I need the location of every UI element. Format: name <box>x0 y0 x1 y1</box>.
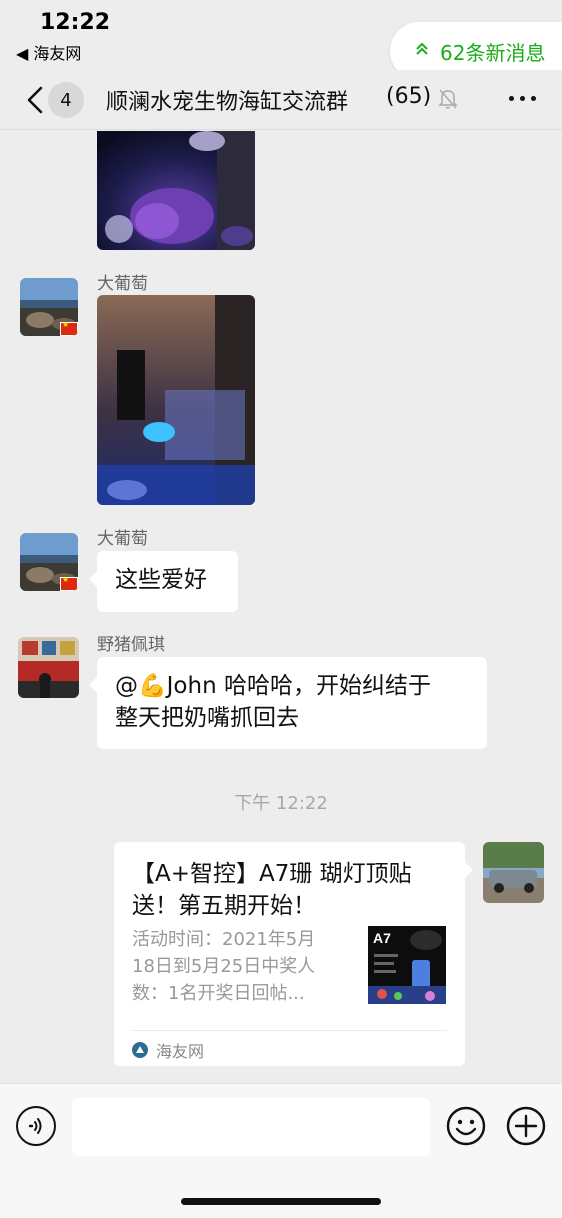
more-options-icon[interactable] <box>509 96 536 101</box>
chat-title: 顺澜水宠生物海缸交流群 <box>106 90 349 115</box>
voice-input-button[interactable] <box>16 1106 56 1146</box>
home-indicator[interactable] <box>181 1198 381 1205</box>
message-text: 这些爱好 <box>115 567 207 593</box>
link-card-description: 活动时间：2021年5月 18日到5月25日中奖人 数：1名开奖日回帖... <box>132 926 354 1007</box>
avatar-yezhu-peiqi[interactable] <box>18 637 79 698</box>
message-bubble[interactable]: 这些爱好 <box>89 551 238 612</box>
message-bubble[interactable]: @💪John 哈哈哈，开始纠结于 整天把奶嘴抓回去 <box>89 657 487 749</box>
link-card-title: 【A+智控】A7珊 瑚灯顶贴 送！第五期开始！ <box>132 858 452 922</box>
sender-name: 大葡萄 <box>97 529 148 549</box>
avatar-self[interactable] <box>483 842 544 903</box>
mute-bell-icon <box>438 89 458 109</box>
new-messages-label: 62条新消息 <box>440 40 546 65</box>
status-time: 12:22 <box>40 10 111 35</box>
member-count: (65) <box>386 84 432 109</box>
plus-circle-icon <box>506 1106 546 1146</box>
back-button[interactable] <box>20 82 50 118</box>
source-logo-icon <box>132 1042 148 1058</box>
avatar-dapu-tao[interactable] <box>20 278 78 336</box>
divider <box>132 1030 447 1031</box>
more-actions-button[interactable] <box>506 1106 546 1146</box>
link-card-title-line: 送！第五期开始！ <box>132 893 316 920</box>
link-card-desc-line: 18日到5月25日中奖人 <box>132 956 316 977</box>
chat-header: 4 顺澜水宠生物海缸交流群 (65) <box>0 70 562 130</box>
flag-badge-icon <box>60 575 78 591</box>
link-card-desc-line: 活动时间：2021年5月 <box>132 929 316 950</box>
back-to-app-link[interactable]: ◀ 海友网 <box>16 40 81 64</box>
link-card-source-name: 海友网 <box>156 1042 205 1061</box>
voice-icon <box>28 1118 42 1134</box>
sender-name: 大葡萄 <box>97 274 148 294</box>
chevron-left-icon <box>27 86 43 114</box>
unread-count-badge[interactable]: 4 <box>48 82 84 118</box>
message-list[interactable]: 大葡萄 大葡萄 <box>0 131 562 1083</box>
message-image-equipment[interactable] <box>97 295 255 505</box>
link-card[interactable]: 【A+智控】A7珊 瑚灯顶贴 送！第五期开始！ 活动时间：2021年5月 18日… <box>114 842 473 1066</box>
message-text-line: @💪John 哈哈哈，开始纠结于 <box>115 673 431 699</box>
message-input[interactable] <box>72 1098 430 1156</box>
avatar-dapu-tao[interactable] <box>20 533 78 591</box>
flag-badge-icon <box>60 320 78 336</box>
link-card-thumbnail: A7 <box>368 926 446 1004</box>
link-card-desc-line: 数：1名开奖日回帖... <box>132 983 305 1004</box>
message-timestamp: 下午 12:22 <box>234 793 328 814</box>
double-chevron-up-icon <box>414 41 430 61</box>
link-card-title-line: 【A+智控】A7珊 瑚灯顶贴 <box>132 861 412 887</box>
message-image-coral[interactable] <box>97 131 255 250</box>
smiley-icon <box>446 1106 486 1146</box>
emoji-button[interactable] <box>446 1106 486 1146</box>
link-card-source: 海友网 <box>132 1038 204 1062</box>
message-text-line: 整天把奶嘴抓回去 <box>115 705 299 732</box>
sender-name: 野猪佩琪 <box>97 635 165 655</box>
thumbnail-label: A7 <box>373 930 391 946</box>
